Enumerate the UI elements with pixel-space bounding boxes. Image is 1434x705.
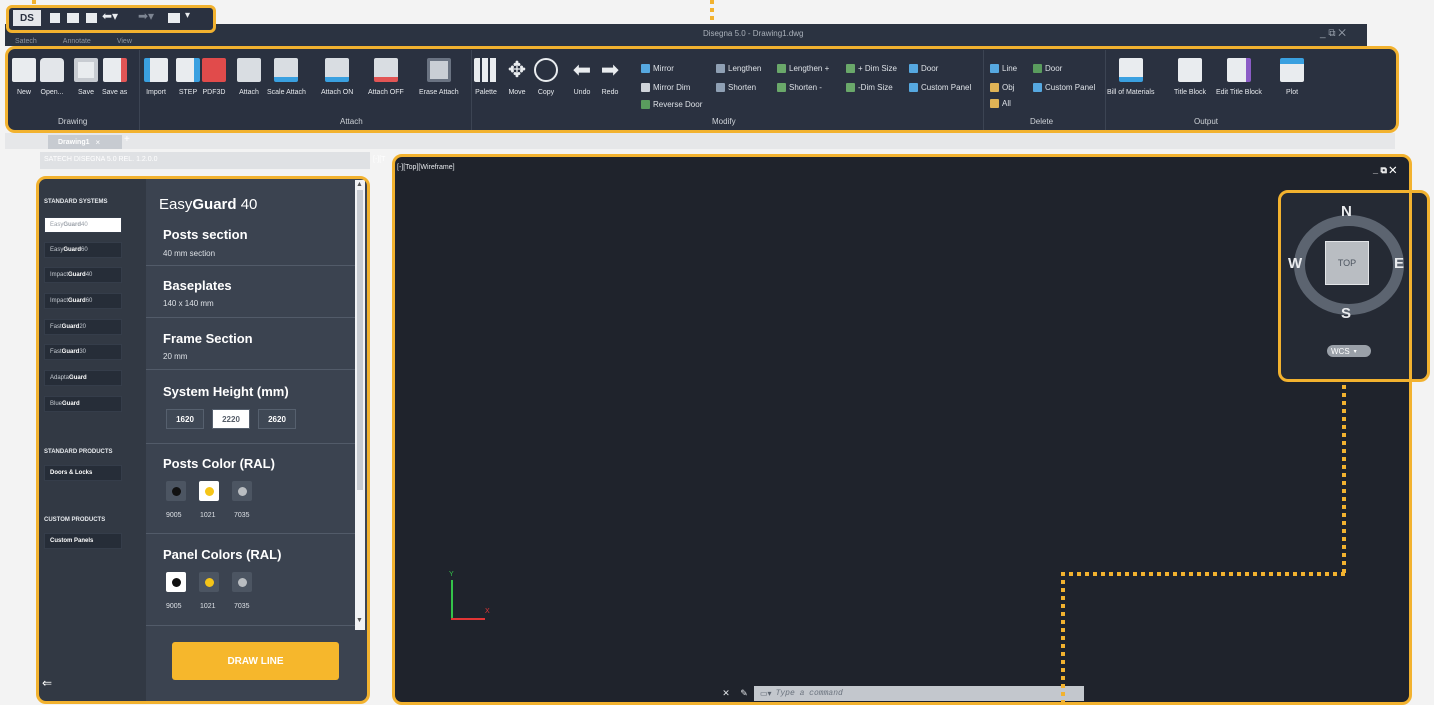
document-tab[interactable]: Drawing1 × xyxy=(48,135,122,149)
tab-view[interactable]: View xyxy=(117,38,132,45)
viewport-highlight xyxy=(392,154,1412,705)
close-icon[interactable]: × xyxy=(96,138,101,147)
callout-line xyxy=(1061,572,1065,705)
app-window: Disegna 5.0 - Drawing1.dwg _ ⧉ ✕ Satech … xyxy=(0,0,1434,705)
viewcube-highlight xyxy=(1278,190,1430,382)
panel-highlight xyxy=(36,176,370,704)
document-tab-label: Drawing1 xyxy=(58,138,90,146)
tab-annotate[interactable]: Annotate xyxy=(63,38,91,45)
callout-line xyxy=(1342,385,1346,575)
viewport-partial-label: [-][T xyxy=(373,156,386,163)
add-tab-icon[interactable]: + xyxy=(124,134,130,145)
document-tab-strip xyxy=(5,133,1395,149)
callout-line xyxy=(710,0,714,22)
ribbon-tab-bar: Satech Annotate View xyxy=(15,38,132,45)
callout-line xyxy=(1061,572,1346,576)
panel-header: SATECH DISEGNA 5.0 REL. 1.2.0.0 xyxy=(44,156,158,163)
ribbon-highlight xyxy=(5,46,1399,133)
tab-satech[interactable]: Satech xyxy=(15,38,37,45)
window-title: Disegna 5.0 - Drawing1.dwg xyxy=(703,29,804,38)
quick-access-highlight xyxy=(6,5,216,33)
callout-line xyxy=(32,0,36,5)
window-controls[interactable]: _ ⧉ ✕ xyxy=(1320,28,1346,39)
